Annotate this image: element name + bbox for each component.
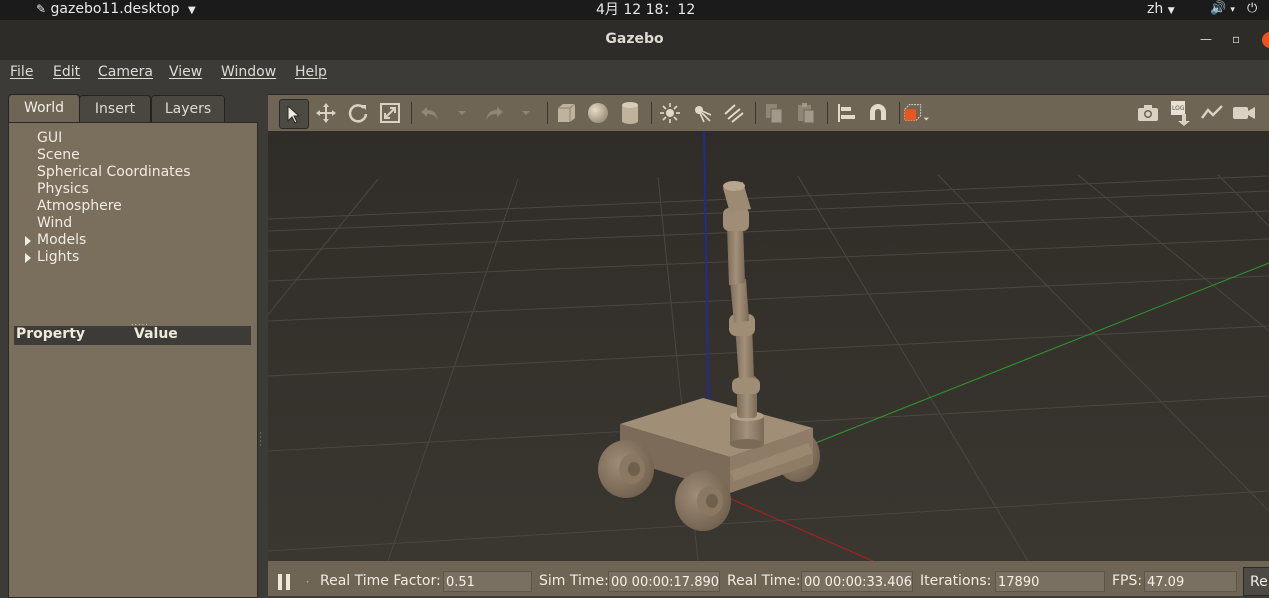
iterations-field: 17890 — [995, 571, 1105, 592]
fps-label: FPS: — [1112, 573, 1143, 589]
spot-light-icon[interactable] — [688, 99, 716, 127]
scale-icon[interactable] — [376, 99, 404, 127]
tab-insert[interactable]: Insert — [79, 95, 151, 122]
step-arrow-icon[interactable]: ˯ — [306, 573, 309, 584]
video-record-icon[interactable] — [1230, 99, 1258, 127]
tree-item-lights[interactable]: Lights — [37, 249, 79, 265]
directional-light-icon[interactable] — [720, 99, 748, 127]
chevron-down-icon: ▾ — [1230, 5, 1235, 15]
iterations-label: Iterations: — [920, 573, 992, 589]
sphere-shape-icon[interactable] — [584, 99, 612, 127]
app-menu[interactable]: ✎ gazebo11.desktop ▼ — [36, 0, 196, 20]
menu-camera[interactable]: Camera — [98, 64, 153, 80]
menu-window[interactable]: Window — [221, 64, 276, 80]
real-time-factor-field: 0.51 — [443, 571, 532, 592]
chevron-down-icon: ▼ — [1167, 6, 1175, 16]
scene-render — [268, 131, 1269, 561]
snap-magnet-icon[interactable] — [864, 99, 892, 127]
translate-icon[interactable] — [312, 99, 340, 127]
reset-time-button[interactable]: Re — [1243, 567, 1269, 596]
select-arrow-icon[interactable] — [279, 99, 309, 129]
menu-help[interactable]: Help — [295, 64, 327, 80]
chevron-down-icon[interactable] — [448, 99, 476, 127]
language-indicator[interactable]: zh ▼ — [1147, 0, 1175, 20]
world-tree-panel: GUI Scene Spherical Coordinates Physics … — [8, 122, 258, 598]
tree-item-gui[interactable]: GUI — [37, 130, 62, 146]
menu-edit[interactable]: Edit — [53, 64, 80, 80]
menu-file[interactable]: File — [10, 64, 33, 80]
app-icon: ✎ — [36, 2, 47, 16]
menu-view[interactable]: View — [169, 64, 202, 80]
box-shape-icon[interactable] — [552, 99, 580, 127]
property-table-header: Property Value — [14, 326, 251, 345]
tree-item-scene[interactable]: Scene — [37, 147, 80, 163]
log-icon[interactable]: LOG — [1166, 99, 1194, 127]
tree-item-models[interactable]: Models — [37, 232, 86, 248]
chevron-down-icon[interactable] — [512, 99, 540, 127]
point-light-icon[interactable] — [656, 99, 684, 127]
scene-viewport[interactable] — [268, 131, 1269, 561]
window-title-bar: Gazebo — ▫ — [0, 20, 1269, 60]
real-time-label: Real Time: — [727, 573, 801, 589]
system-top-bar: ✎ gazebo11.desktop ▼ 4月 12 18：12 zh ▼ 🔊 … — [0, 0, 1269, 20]
tree-item-spherical-coordinates[interactable]: Spherical Coordinates — [37, 164, 191, 180]
status-bar: ˯ Real Time Factor: 0.51 Sim Time: 00 00… — [268, 561, 1269, 596]
fps-field: 47.09 — [1144, 571, 1237, 592]
real-time-field: 00 00:00:33.406 — [801, 571, 913, 592]
pause-icon-bar — [286, 574, 290, 590]
app-name: gazebo11.desktop — [50, 1, 180, 17]
maximize-icon[interactable]: ▫ — [1232, 32, 1240, 46]
tree-item-physics[interactable]: Physics — [37, 181, 89, 197]
cylinder-shape-icon[interactable] — [616, 99, 644, 127]
power-icon: ⏻ — [1247, 1, 1258, 16]
system-menu[interactable]: 🔊 ▾ ⏻ — [1210, 0, 1257, 19]
redo-icon[interactable] — [480, 99, 508, 127]
expand-arrow-icon[interactable] — [25, 236, 31, 246]
tree-item-wind[interactable]: Wind — [37, 215, 72, 231]
window-title: Gazebo — [605, 31, 664, 47]
tab-world[interactable]: World — [8, 94, 80, 123]
value-column-header: Value — [134, 326, 178, 342]
rotate-icon[interactable] — [344, 99, 372, 127]
real-time-factor-label: Real Time Factor: — [320, 573, 441, 589]
paste-icon[interactable] — [792, 99, 820, 127]
clock[interactable]: 4月 12 18：12 — [596, 0, 695, 20]
chevron-down-icon: ▼ — [187, 5, 196, 16]
pause-button[interactable] — [278, 574, 290, 590]
plot-icon[interactable] — [1198, 99, 1226, 127]
copy-icon[interactable] — [760, 99, 788, 127]
sim-time-field: 00 00:00:17.890 — [608, 571, 720, 592]
tab-layers[interactable]: Layers — [151, 95, 225, 122]
pause-icon — [278, 574, 282, 590]
menu-bar: File Edit Camera View Window Help — [0, 60, 1269, 87]
volume-icon: 🔊 — [1210, 1, 1227, 16]
toolbar: LOG — [268, 94, 1269, 132]
screenshot-icon[interactable] — [1134, 99, 1162, 127]
panel-resize-handle[interactable]: · · · · — [259, 430, 262, 451]
property-column-header: Property — [16, 326, 86, 342]
tree-item-atmosphere[interactable]: Atmosphere — [37, 198, 122, 214]
left-panel: World Insert Layers GUI Scene Spherical … — [0, 87, 262, 598]
view-angle-icon[interactable] — [902, 99, 930, 127]
minimize-icon[interactable]: — — [1200, 32, 1212, 46]
sim-time-label: Sim Time: — [539, 573, 609, 589]
undo-icon[interactable] — [416, 99, 444, 127]
align-icon[interactable] — [832, 99, 860, 127]
svg-text:LOG: LOG — [1172, 105, 1185, 112]
expand-arrow-icon[interactable] — [25, 253, 31, 263]
